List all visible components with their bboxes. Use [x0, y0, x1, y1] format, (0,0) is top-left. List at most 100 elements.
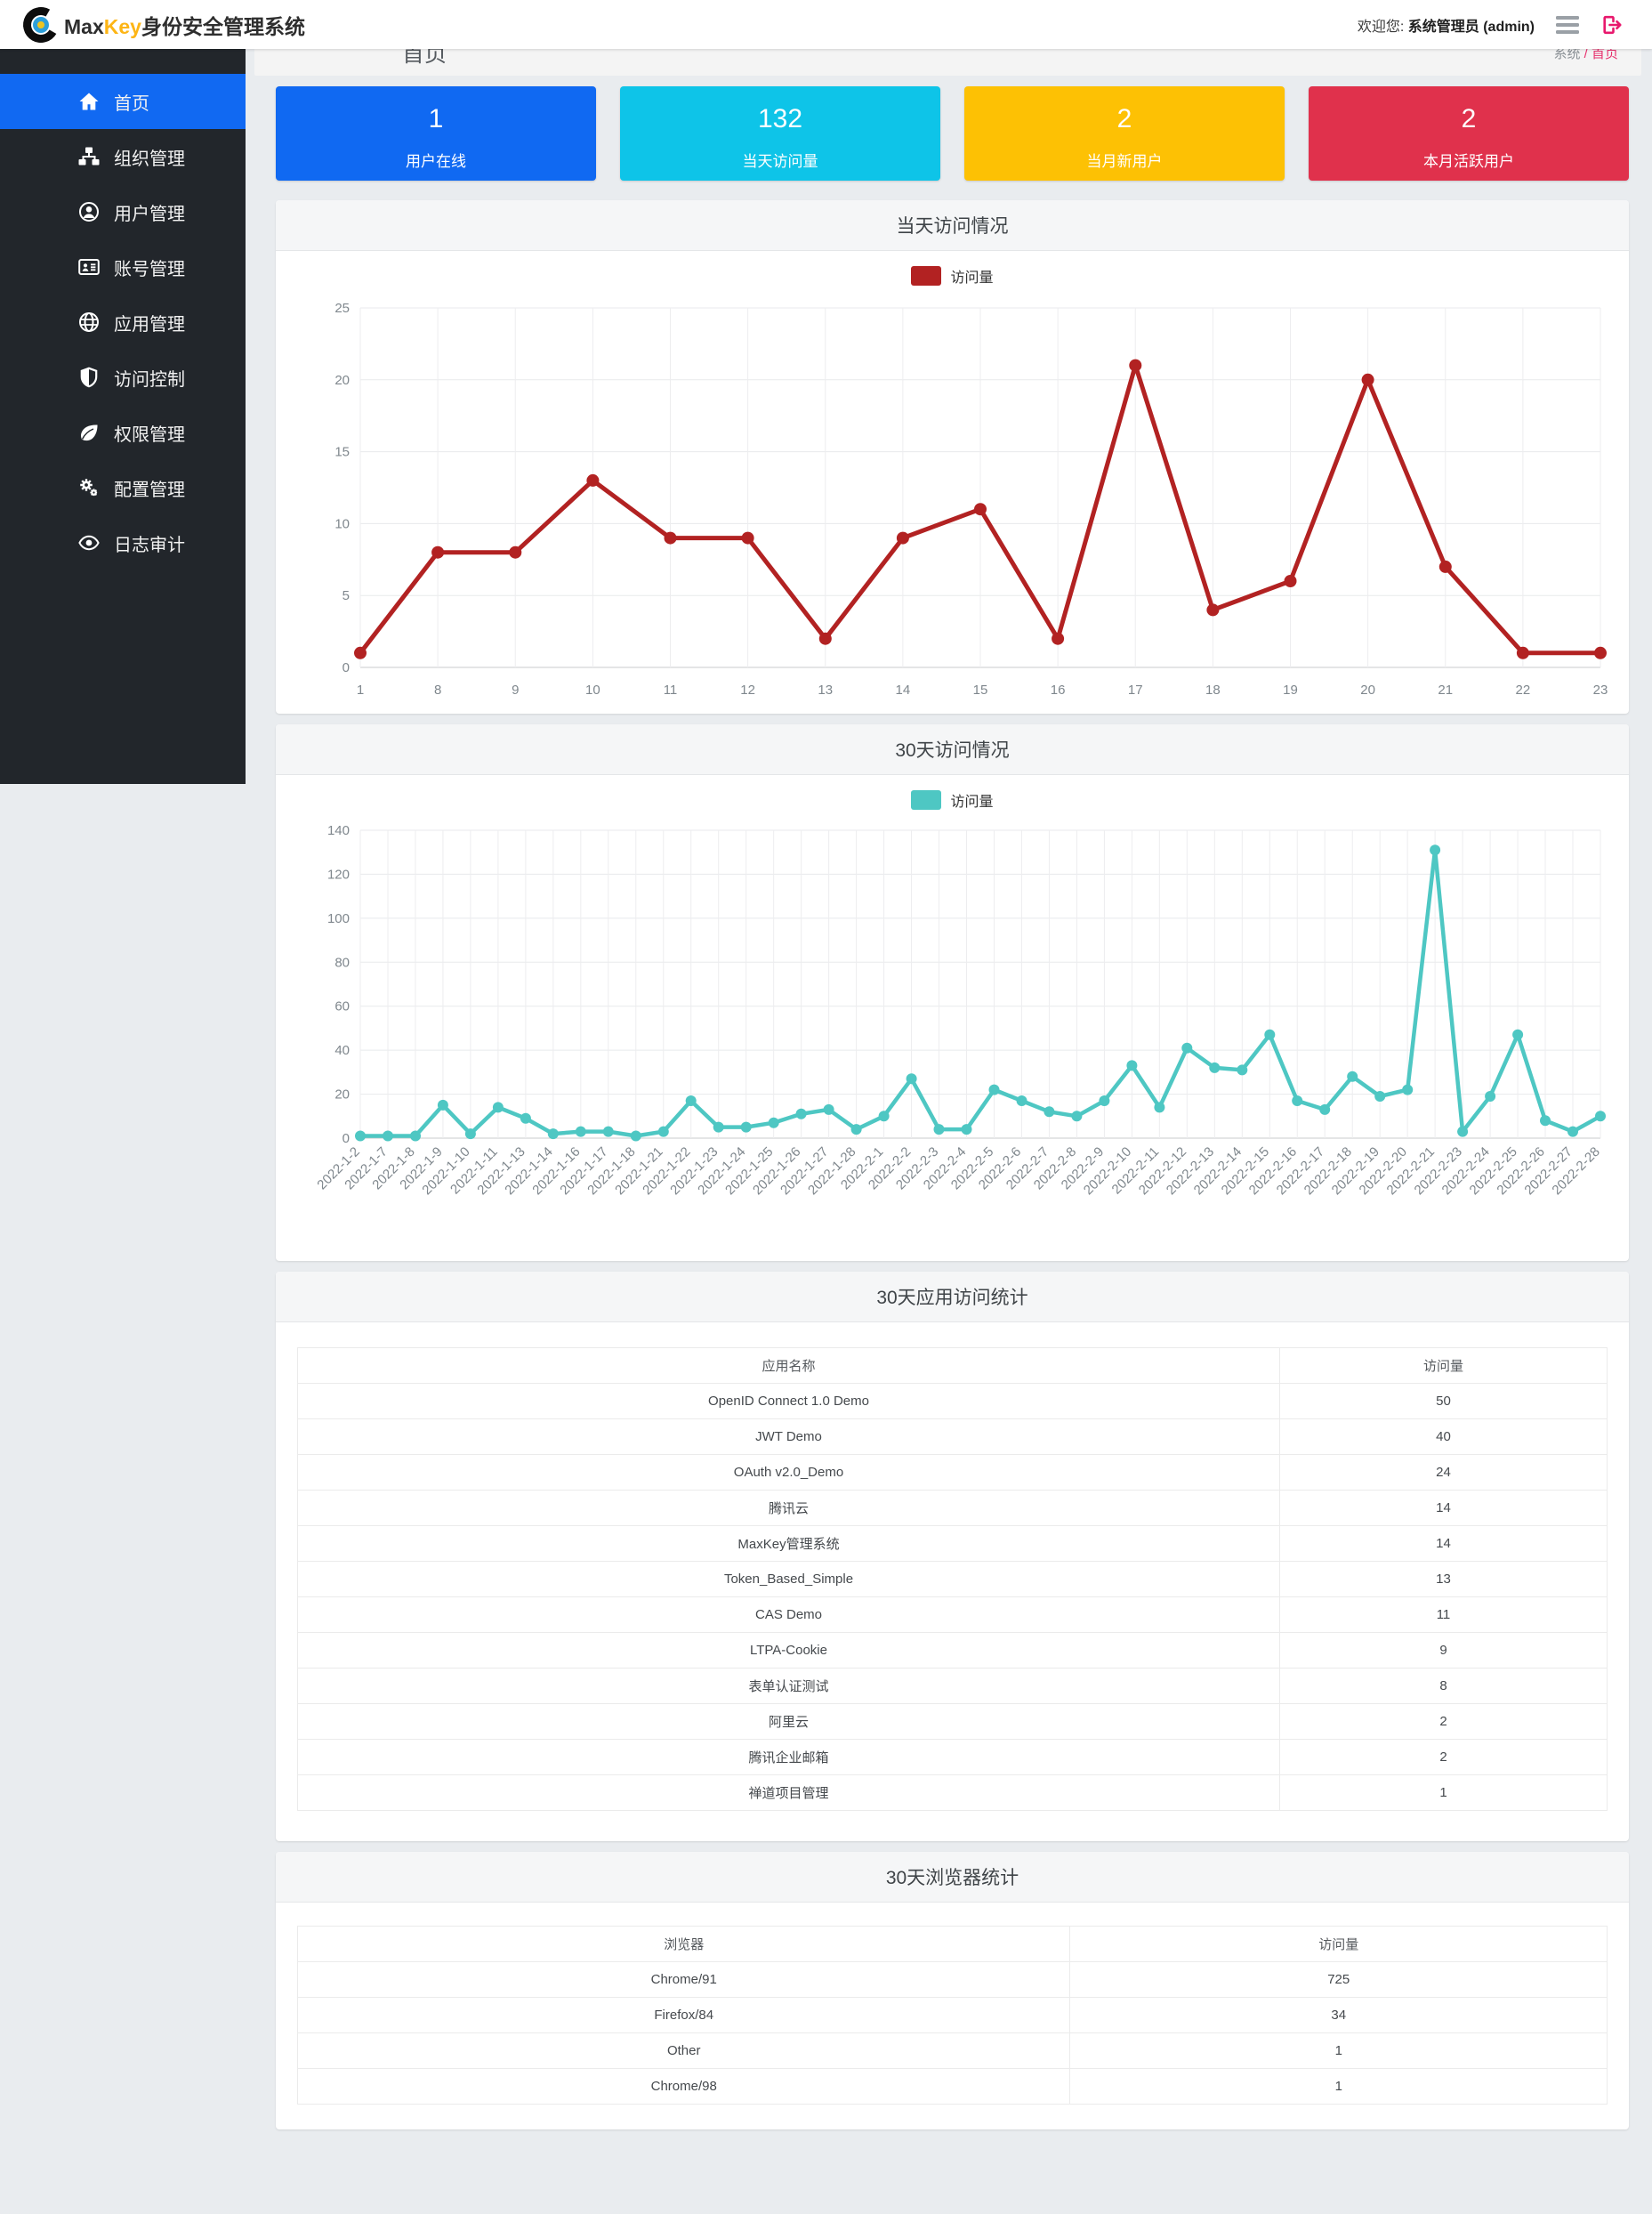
sidebar-item-2[interactable]: 用户管理 — [0, 184, 246, 239]
svg-text:15: 15 — [334, 445, 350, 460]
table-cell: Firefox/84 — [298, 1998, 1070, 2033]
table-row: Chrome/981 — [298, 2069, 1608, 2105]
svg-text:11: 11 — [663, 683, 677, 698]
chart2-legend: 访问量 — [276, 780, 1629, 820]
table-cell: 40 — [1280, 1419, 1608, 1455]
table-row: Other1 — [298, 2033, 1608, 2069]
table-cell: JWT Demo — [298, 1419, 1280, 1455]
table-cell: 24 — [1280, 1455, 1608, 1491]
table-cell: 腾讯云 — [298, 1491, 1280, 1526]
maxkey-logo-icon — [23, 7, 59, 43]
logout-icon[interactable] — [1600, 14, 1624, 36]
home-icon — [78, 91, 100, 112]
table-cell: 表单认证测试 — [298, 1669, 1280, 1704]
table-row: CAS Demo11 — [298, 1597, 1608, 1633]
sidebar-nav: 首页组织管理用户管理账号管理应用管理访问控制权限管理配置管理日志审计 — [0, 49, 246, 784]
sidebar-item-8[interactable]: 日志审计 — [0, 515, 246, 570]
table-cell: 13 — [1280, 1562, 1608, 1597]
table-header-row: 应用名称访问量 — [298, 1348, 1608, 1384]
panel-browser-stats-title: 30天浏览器统计 — [276, 1852, 1629, 1903]
app-title-max: Max — [64, 15, 104, 38]
stat-card-label: 当月新用户 — [964, 149, 1285, 171]
sidebar-item-label: 日志审计 — [114, 530, 185, 556]
main-content: 首页 系统 / 首页 1用户在线132当天访问量2当月新用户2本月活跃用户 当天… — [246, 0, 1652, 2158]
table-row: 阿里云2 — [298, 1704, 1608, 1740]
table-row: 禅道项目管理1 — [298, 1775, 1608, 1811]
chart2-legend-label: 访问量 — [950, 789, 993, 811]
eye-icon — [78, 532, 100, 554]
welcome-text: 欢迎您: 系统管理员 (admin) — [1358, 14, 1535, 36]
app-logo: MaxKey身份安全管理系统 — [0, 7, 305, 43]
table-row: MaxKey管理系统14 — [298, 1526, 1608, 1562]
gears-icon — [78, 477, 100, 498]
svg-text:0: 0 — [342, 1131, 349, 1146]
today-visits-line-chart: 0510152025189101112131415161718192021222… — [286, 295, 1620, 705]
svg-text:23: 23 — [1592, 683, 1608, 698]
panel-app-stats-title: 30天应用访问统计 — [276, 1272, 1629, 1322]
table-cell: 1 — [1280, 1775, 1608, 1811]
svg-text:16: 16 — [1050, 683, 1065, 698]
column-header: 应用名称 — [298, 1348, 1280, 1384]
sidebar-item-5[interactable]: 访问控制 — [0, 350, 246, 405]
app-title-suffix: 身份安全管理系统 — [141, 15, 305, 38]
svg-text:13: 13 — [818, 683, 833, 698]
svg-text:18: 18 — [1205, 683, 1221, 698]
table-cell: OpenID Connect 1.0 Demo — [298, 1384, 1280, 1419]
chart2-legend-swatch — [911, 790, 941, 810]
welcome-prefix: 欢迎您: — [1358, 20, 1404, 35]
sidebar-item-4[interactable]: 应用管理 — [0, 295, 246, 350]
column-header: 访问量 — [1070, 1927, 1608, 1962]
sidebar-item-1[interactable]: 组织管理 — [0, 129, 246, 184]
table-cell: 8 — [1280, 1669, 1608, 1704]
table-cell: 1 — [1070, 2033, 1608, 2069]
column-header: 浏览器 — [298, 1927, 1070, 1962]
table-cell: 14 — [1280, 1526, 1608, 1562]
table-row: Firefox/8434 — [298, 1998, 1608, 2033]
table-cell: 腾讯企业邮箱 — [298, 1740, 1280, 1775]
table-cell: 禅道项目管理 — [298, 1775, 1280, 1811]
sidebar-item-6[interactable]: 权限管理 — [0, 405, 246, 460]
table-cell: OAuth v2.0_Demo — [298, 1455, 1280, 1491]
stat-card-label: 本月活跃用户 — [1309, 149, 1629, 171]
table-cell: MaxKey管理系统 — [298, 1526, 1280, 1562]
table-cell: Other — [298, 2033, 1070, 2069]
sidebar-item-label: 首页 — [114, 89, 149, 115]
stat-card-0: 1 用户在线 — [276, 86, 596, 181]
welcome-username: 系统管理员 (admin) — [1408, 20, 1535, 35]
svg-text:15: 15 — [972, 683, 987, 698]
svg-text:100: 100 — [326, 911, 349, 926]
svg-text:19: 19 — [1283, 683, 1298, 698]
sidebar-item-3[interactable]: 账号管理 — [0, 239, 246, 295]
table-row: Token_Based_Simple13 — [298, 1562, 1608, 1597]
globe-icon — [78, 311, 100, 333]
svg-text:140: 140 — [326, 823, 349, 838]
svg-text:0: 0 — [342, 660, 349, 675]
menu-toggle-icon[interactable] — [1556, 16, 1579, 34]
chart1-legend-label: 访问量 — [950, 265, 993, 287]
svg-text:20: 20 — [1360, 683, 1375, 698]
stat-card-value: 132 — [620, 86, 940, 134]
panel-browser-stats: 30天浏览器统计 浏览器访问量Chrome/91725Firefox/8434O… — [276, 1852, 1629, 2129]
svg-text:40: 40 — [334, 1043, 350, 1058]
svg-text:22: 22 — [1515, 683, 1530, 698]
sidebar-item-0[interactable]: 首页 — [0, 74, 246, 129]
sidebar-item-7[interactable]: 配置管理 — [0, 460, 246, 515]
svg-text:80: 80 — [334, 955, 350, 970]
svg-text:17: 17 — [1127, 683, 1142, 698]
table-row: Chrome/91725 — [298, 1962, 1608, 1998]
table-cell: 34 — [1070, 1998, 1608, 2033]
svg-text:120: 120 — [326, 867, 349, 882]
chart1-legend: 访问量 — [276, 256, 1629, 295]
svg-text:25: 25 — [334, 301, 350, 316]
stat-card-value: 2 — [1309, 86, 1629, 134]
svg-text:8: 8 — [433, 683, 440, 698]
app-access-table: 应用名称访问量OpenID Connect 1.0 Demo50JWT Demo… — [297, 1347, 1608, 1811]
svg-text:14: 14 — [895, 683, 910, 698]
stat-card-value: 1 — [276, 86, 596, 134]
top-bar: MaxKey身份安全管理系统 欢迎您: 系统管理员 (admin) — [0, 0, 1652, 49]
table-cell: CAS Demo — [298, 1597, 1280, 1633]
user-icon — [78, 201, 100, 222]
stat-card-label: 用户在线 — [276, 149, 596, 171]
svg-text:9: 9 — [512, 683, 519, 698]
svg-text:60: 60 — [334, 999, 350, 1014]
